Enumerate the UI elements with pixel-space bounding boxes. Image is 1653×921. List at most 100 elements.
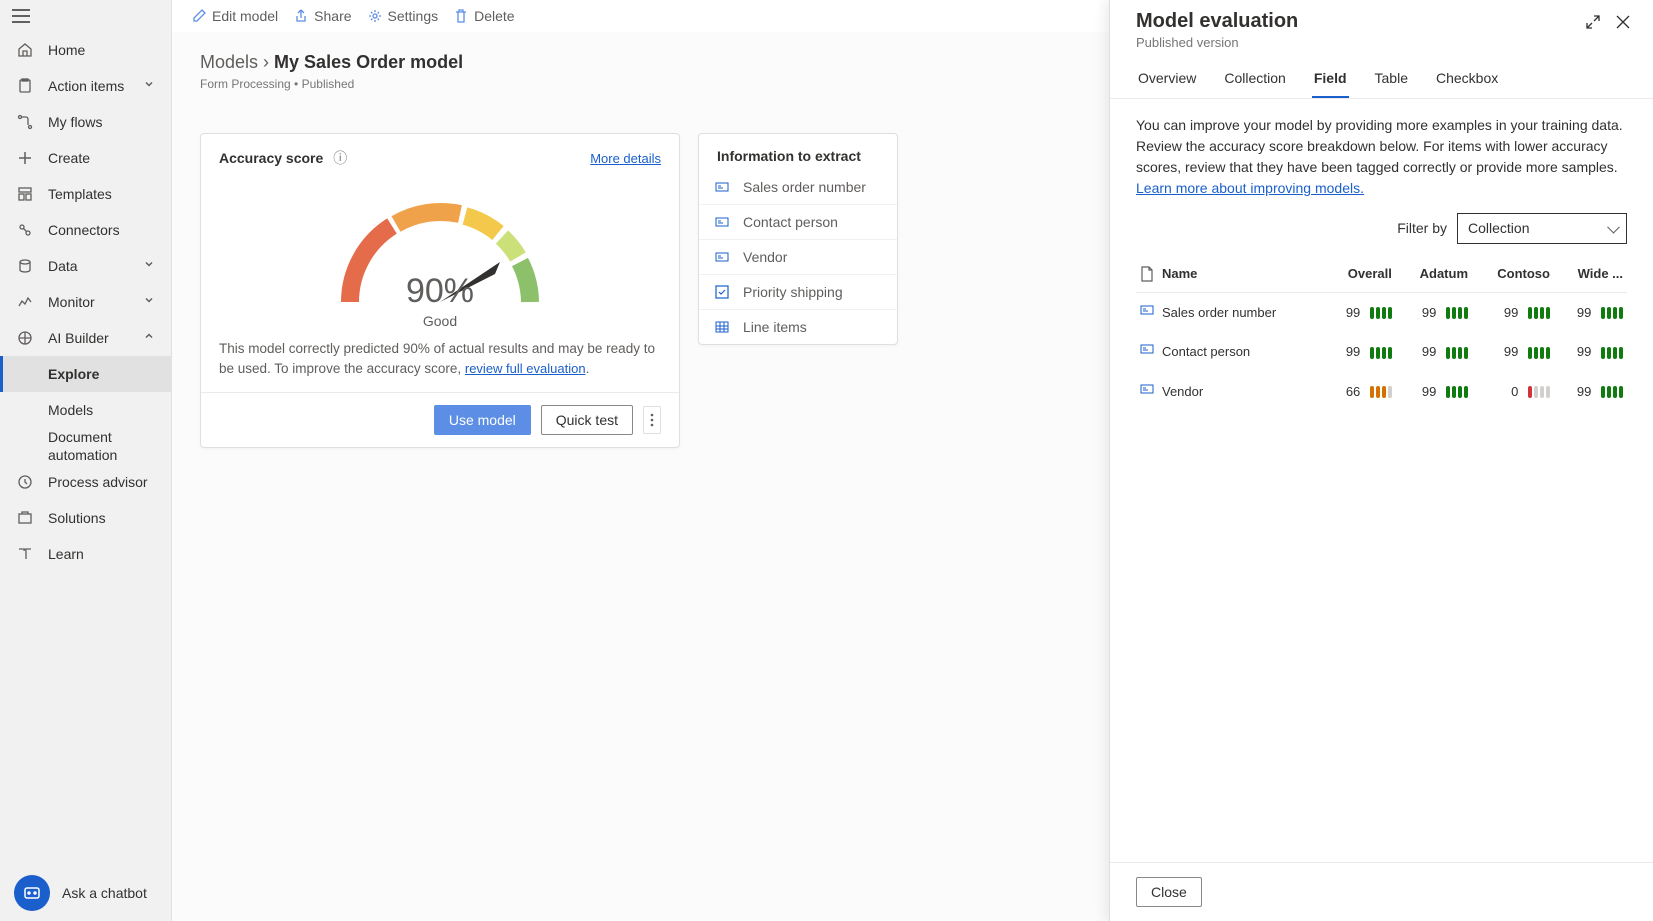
chevron-down-icon bbox=[143, 258, 159, 274]
info-item[interactable]: Priority shipping bbox=[699, 274, 897, 309]
label: Data bbox=[48, 258, 143, 274]
desc-post: . bbox=[586, 361, 590, 376]
sidebar-item-models[interactable]: Models bbox=[0, 392, 171, 428]
label: Vendor bbox=[743, 249, 787, 265]
label: AI Builder bbox=[48, 330, 143, 346]
sidebar-item-monitor[interactable]: Monitor bbox=[0, 284, 171, 320]
breadcrumb-root[interactable]: Models bbox=[200, 52, 258, 72]
share-icon bbox=[294, 9, 308, 23]
filter-value: Collection bbox=[1468, 220, 1529, 236]
expand-button[interactable] bbox=[1585, 14, 1601, 30]
col-overall[interactable]: Overall bbox=[1323, 256, 1396, 292]
tab-field[interactable]: Field bbox=[1312, 60, 1349, 98]
info-icon[interactable]: ⓘ bbox=[333, 150, 347, 166]
col-name[interactable]: Name bbox=[1158, 256, 1323, 292]
label: Connectors bbox=[48, 222, 159, 238]
settings-button[interactable]: Settings bbox=[368, 8, 439, 24]
score-cell: 99 bbox=[1396, 332, 1472, 372]
title-text: Accuracy score bbox=[219, 150, 323, 166]
sidebar-item-document-automation[interactable]: Document automation bbox=[0, 428, 171, 464]
label: Delete bbox=[474, 8, 514, 24]
close-panel-button[interactable] bbox=[1615, 14, 1631, 30]
col-wide[interactable]: Wide ... bbox=[1554, 256, 1627, 292]
breadcrumb-subtitle: Form Processing • Published bbox=[200, 77, 1081, 91]
more-details-link[interactable]: More details bbox=[590, 151, 661, 166]
sidebar-item-action-items[interactable]: Action items bbox=[0, 68, 171, 104]
sidebar-item-learn[interactable]: Learn bbox=[0, 536, 171, 572]
panel-subtitle: Published version bbox=[1136, 35, 1298, 50]
monitor-icon bbox=[16, 293, 34, 311]
review-full-evaluation-link[interactable]: review full evaluation bbox=[465, 361, 586, 376]
info-item[interactable]: Vendor bbox=[699, 239, 897, 274]
use-model-button[interactable]: Use model bbox=[434, 405, 531, 435]
label: Priority shipping bbox=[743, 284, 843, 300]
sidebar-item-templates[interactable]: Templates bbox=[0, 176, 171, 212]
card-title: Accuracy score ⓘ bbox=[219, 148, 347, 168]
score-cell: 0 bbox=[1472, 372, 1554, 412]
table-icon bbox=[713, 318, 731, 336]
table-row[interactable]: Sales order number99 99 99 99 bbox=[1136, 292, 1627, 332]
label: Solutions bbox=[48, 510, 159, 526]
text-field-icon bbox=[1140, 382, 1154, 396]
quick-test-button[interactable]: Quick test bbox=[541, 405, 633, 435]
panel-description: You can improve your model by providing … bbox=[1136, 115, 1627, 199]
text-field-icon bbox=[713, 248, 731, 266]
sidebar-item-process-advisor[interactable]: Process advisor bbox=[0, 464, 171, 500]
share-button[interactable]: Share bbox=[294, 8, 351, 24]
chatbot-icon bbox=[14, 875, 50, 911]
info-item[interactable]: Line items bbox=[699, 309, 897, 344]
checkbox-icon bbox=[713, 283, 731, 301]
score-bars bbox=[1446, 307, 1468, 319]
text-field-icon bbox=[1140, 303, 1154, 317]
chevron-down-icon bbox=[143, 294, 159, 310]
sidebar-item-connectors[interactable]: Connectors bbox=[0, 212, 171, 248]
learn-more-link[interactable]: Learn more about improving models. bbox=[1136, 180, 1364, 196]
text-field-icon bbox=[713, 178, 731, 196]
card-title: Information to extract bbox=[717, 148, 861, 164]
label: Explore bbox=[48, 366, 159, 382]
chatbot-button[interactable]: Ask a chatbot bbox=[0, 865, 171, 921]
tab-collection[interactable]: Collection bbox=[1222, 60, 1287, 98]
label: Process advisor bbox=[48, 474, 159, 490]
score-cell: 99 bbox=[1472, 332, 1554, 372]
info-list: Sales order number Contact person Vendor… bbox=[699, 170, 897, 344]
accuracy-gauge: 90% Good bbox=[201, 174, 679, 329]
model-status: Published bbox=[302, 77, 355, 91]
sidebar-item-explore[interactable]: Explore bbox=[0, 356, 171, 392]
sidebar-item-data[interactable]: Data bbox=[0, 248, 171, 284]
delete-button[interactable]: Delete bbox=[454, 8, 514, 24]
sidebar-item-ai-builder[interactable]: AI Builder bbox=[0, 320, 171, 356]
sidebar-item-create[interactable]: Create bbox=[0, 140, 171, 176]
more-actions-button[interactable] bbox=[643, 406, 661, 434]
hamburger-button[interactable] bbox=[0, 0, 171, 32]
table-row[interactable]: Vendor66 99 0 99 bbox=[1136, 372, 1627, 412]
edit-model-button[interactable]: Edit model bbox=[192, 8, 278, 24]
sidebar-item-home[interactable]: Home bbox=[0, 32, 171, 68]
templates-icon bbox=[16, 185, 34, 203]
table-row[interactable]: Contact person99 99 99 99 bbox=[1136, 332, 1627, 372]
tab-table[interactable]: Table bbox=[1373, 60, 1410, 98]
sidebar-item-my-flows[interactable]: My flows bbox=[0, 104, 171, 140]
label: Share bbox=[314, 8, 351, 24]
info-item[interactable]: Contact person bbox=[699, 204, 897, 239]
label: Contact person bbox=[743, 214, 838, 230]
tab-overview[interactable]: Overview bbox=[1136, 60, 1198, 98]
col-contoso[interactable]: Contoso bbox=[1472, 256, 1554, 292]
score-cell: 99 bbox=[1554, 372, 1627, 412]
close-button[interactable]: Close bbox=[1136, 877, 1202, 907]
score-bars bbox=[1528, 347, 1550, 359]
col-adatum[interactable]: Adatum bbox=[1396, 256, 1472, 292]
tab-checkbox[interactable]: Checkbox bbox=[1434, 60, 1500, 98]
score-bars bbox=[1370, 347, 1392, 359]
score-cell: 99 bbox=[1396, 372, 1472, 412]
label: Templates bbox=[48, 186, 159, 202]
chevron-up-icon bbox=[143, 330, 159, 346]
score-bars bbox=[1601, 307, 1623, 319]
row-name: Contact person bbox=[1158, 332, 1323, 372]
filter-dropdown[interactable]: Collection bbox=[1457, 213, 1627, 244]
breadcrumb-current: My Sales Order model bbox=[274, 52, 463, 72]
sidebar-item-solutions[interactable]: Solutions bbox=[0, 500, 171, 536]
info-item[interactable]: Sales order number bbox=[699, 170, 897, 204]
label: Learn bbox=[48, 546, 159, 562]
ai-builder-icon bbox=[16, 329, 34, 347]
